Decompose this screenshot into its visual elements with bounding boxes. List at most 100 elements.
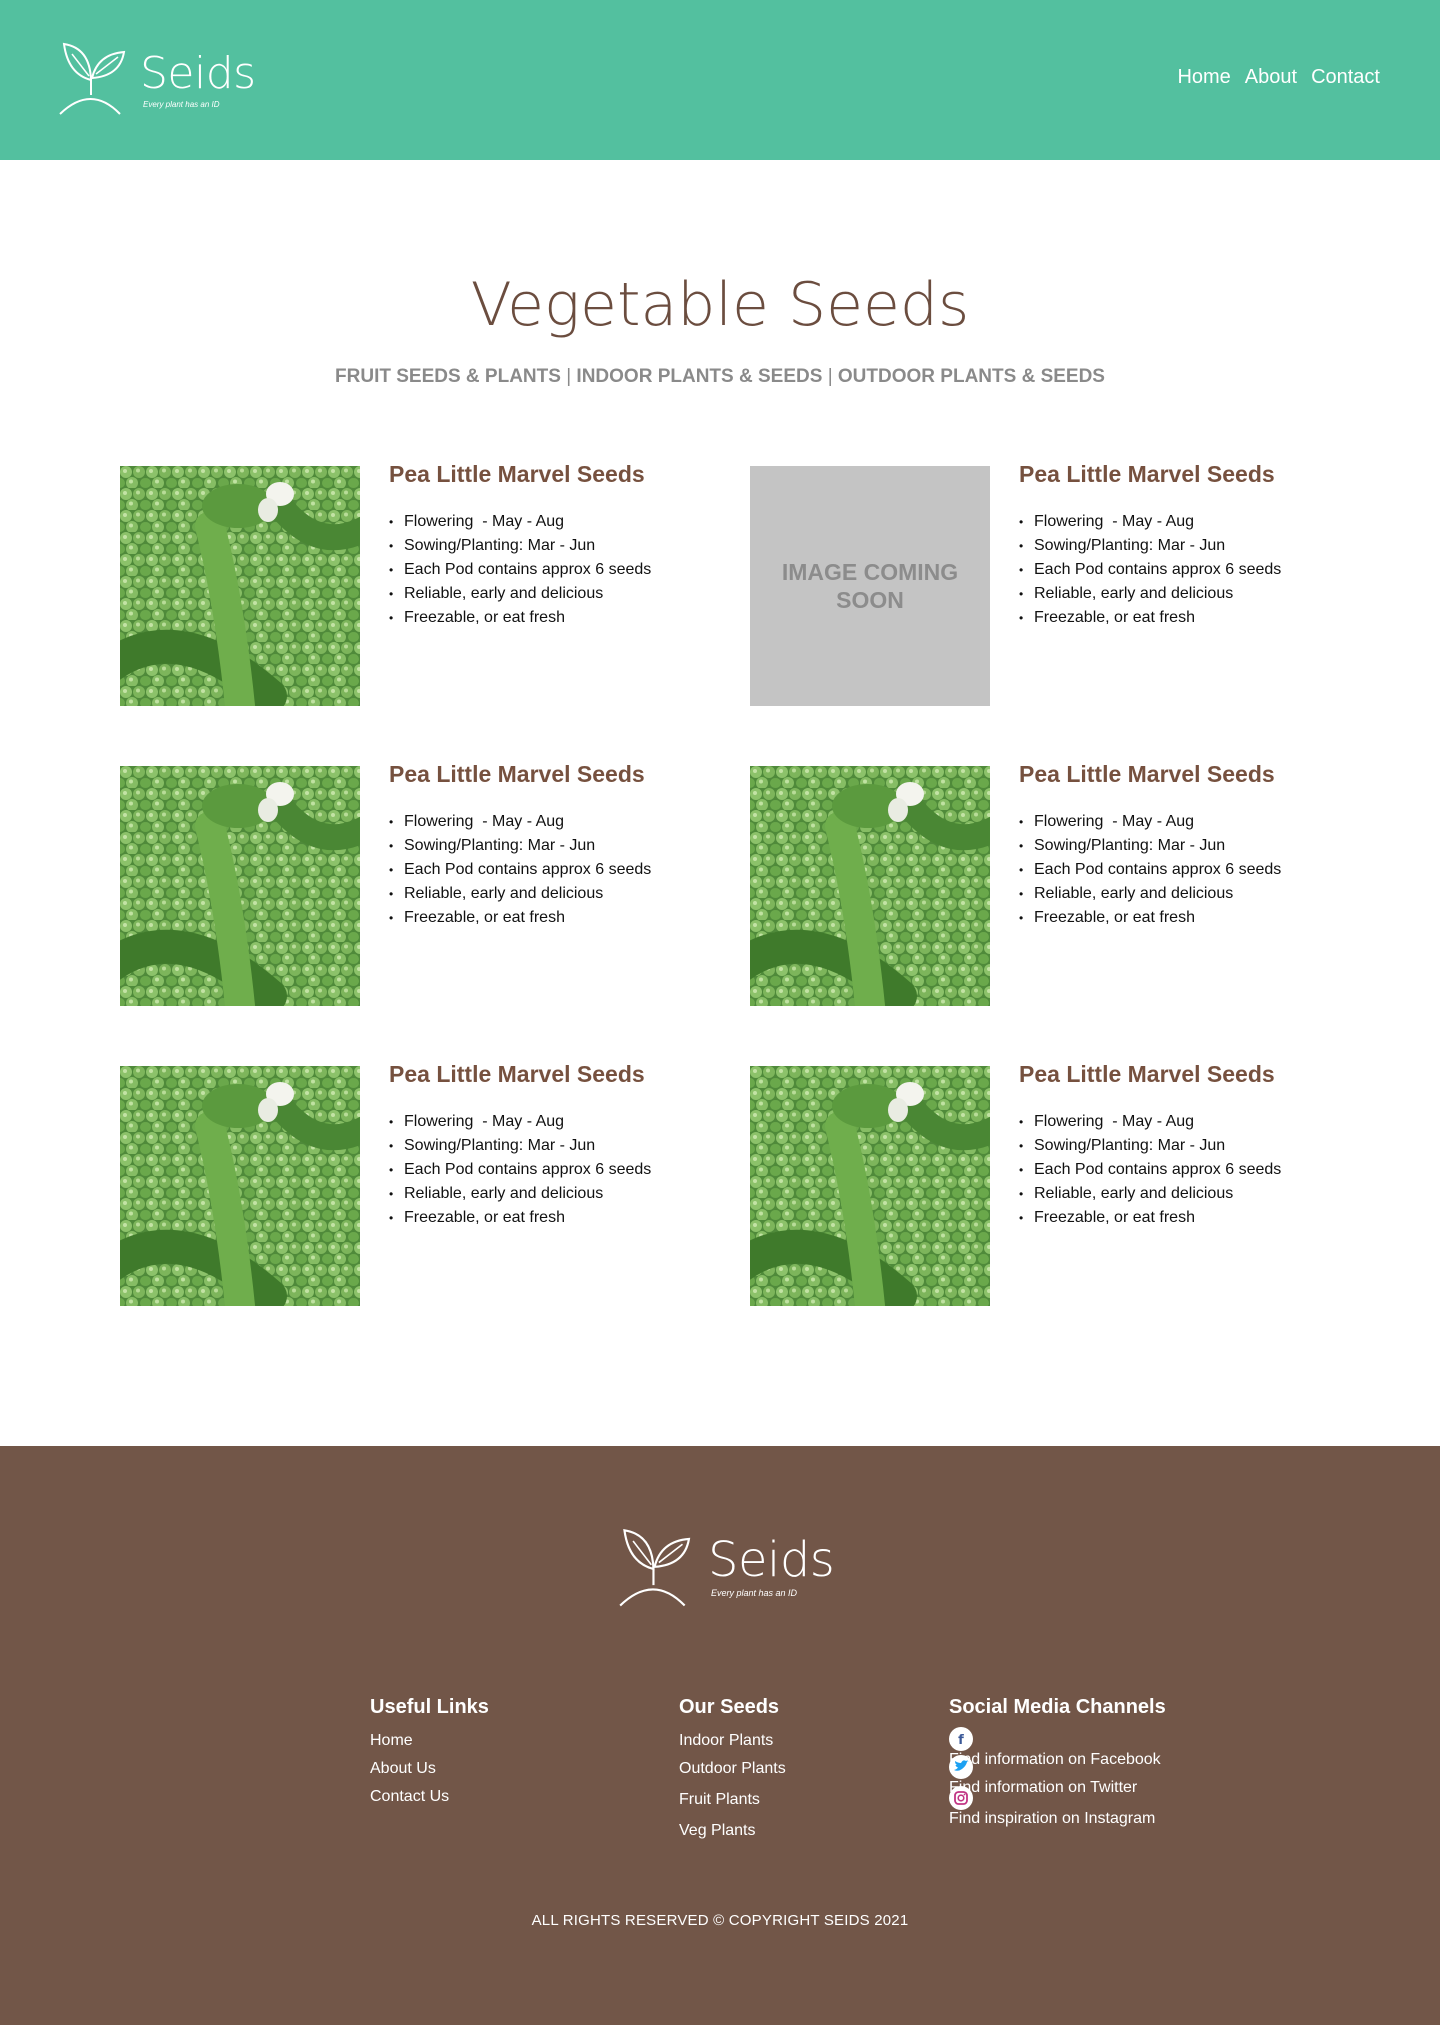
footer-link-veg[interactable]: Veg Plants (679, 1817, 786, 1845)
category-separator: | (827, 366, 833, 387)
our-seeds-column: Our Seeds Indoor Plants Outdoor Plants F… (679, 1696, 786, 1845)
nav-about-link[interactable]: About (1245, 66, 1297, 89)
feature-item: Freezable, or eat fresh (1019, 606, 1281, 630)
useful-links-heading: Useful Links (370, 1696, 489, 1718)
product-features: Flowering - May - Aug Sowing/Planting: M… (1019, 510, 1281, 630)
site-footer: Seids Every plant has an ID Useful Links… (0, 1446, 1440, 2025)
feature-item: Sowing/Planting: Mar - Jun (389, 534, 651, 558)
footer-link-contact[interactable]: Contact Us (370, 1783, 489, 1811)
feature-item: Reliable, early and delicious (389, 882, 651, 906)
footer-link-fruit[interactable]: Fruit Plants (679, 1786, 786, 1814)
feature-item: Each Pod contains approx 6 seeds (1019, 1158, 1281, 1182)
category-separator: | (566, 366, 572, 387)
pea-photo-icon (120, 766, 360, 1006)
product-title[interactable]: Pea Little Marvel Seeds (389, 1061, 645, 1088)
sprout-logo-icon (619, 1529, 691, 1607)
brand-tagline: Every plant has an ID (143, 100, 220, 109)
product-title[interactable]: Pea Little Marvel Seeds (389, 761, 645, 788)
feature-item: Flowering - May - Aug (389, 510, 651, 534)
product-card[interactable]: IMAGE COMING SOON Pea Little Marvel Seed… (750, 461, 1310, 706)
product-card[interactable]: Pea Little Marvel Seeds Flowering - May … (750, 761, 1310, 1006)
product-title[interactable]: Pea Little Marvel Seeds (1019, 461, 1275, 488)
product-image[interactable] (750, 1066, 990, 1306)
feature-item: Freezable, or eat fresh (1019, 1206, 1281, 1230)
feature-item: Sowing/Planting: Mar - Jun (1019, 1134, 1281, 1158)
copyright-text: ALL RIGHTS RESERVED © COPYRIGHT SEIDS 20… (531, 1912, 909, 1929)
site-header: Seids Every plant has an ID Home About C… (0, 0, 1440, 160)
social-twitter-label: Find information on Twitter (949, 1779, 1138, 1796)
product-features: Flowering - May - Aug Sowing/Planting: M… (1019, 1110, 1281, 1230)
category-outdoor-link[interactable]: OUTDOOR PLANTS & SEEDS (838, 366, 1105, 387)
social-facebook-link[interactable]: f Find information on Facebook (949, 1727, 1166, 1768)
feature-item: Each Pod contains approx 6 seeds (389, 558, 651, 582)
nav-home-link[interactable]: Home (1177, 66, 1230, 89)
feature-item: Flowering - May - Aug (1019, 510, 1281, 534)
feature-item: Freezable, or eat fresh (389, 606, 651, 630)
feature-item: Reliable, early and delicious (1019, 882, 1281, 906)
pea-photo-icon (120, 1066, 360, 1306)
pea-photo-icon (750, 1066, 990, 1306)
feature-item: Flowering - May - Aug (389, 810, 651, 834)
social-instagram-label: Find inspiration on Instagram (949, 1810, 1156, 1827)
footer-brand-tagline: Every plant has an ID (711, 1588, 798, 1598)
brand-logo[interactable]: Seids Every plant has an ID (58, 40, 256, 120)
feature-item: Sowing/Planting: Mar - Jun (389, 1134, 651, 1158)
product-features: Flowering - May - Aug Sowing/Planting: M… (389, 1110, 651, 1230)
product-card[interactable]: Pea Little Marvel Seeds Flowering - May … (120, 1061, 680, 1306)
sprout-logo-icon (59, 42, 126, 115)
feature-item: Freezable, or eat fresh (389, 906, 651, 930)
feature-item: Reliable, early and delicious (389, 582, 651, 606)
product-title[interactable]: Pea Little Marvel Seeds (389, 461, 645, 488)
feature-item: Each Pod contains approx 6 seeds (1019, 858, 1281, 882)
product-card[interactable]: Pea Little Marvel Seeds Flowering - May … (120, 761, 680, 1006)
feature-item: Reliable, early and delicious (1019, 1182, 1281, 1206)
product-image-placeholder[interactable]: IMAGE COMING SOON (750, 466, 990, 706)
feature-item: Each Pod contains approx 6 seeds (389, 1158, 651, 1182)
brand-name: Seids (140, 48, 256, 99)
feature-item: Each Pod contains approx 6 seeds (1019, 558, 1281, 582)
product-title[interactable]: Pea Little Marvel Seeds (1019, 1061, 1275, 1088)
product-card[interactable]: Pea Little Marvel Seeds Flowering - May … (750, 1061, 1310, 1306)
feature-item: Reliable, early and delicious (389, 1182, 651, 1206)
feature-item: Each Pod contains approx 6 seeds (389, 858, 651, 882)
footer-link-outdoor[interactable]: Outdoor Plants (679, 1755, 786, 1783)
product-image[interactable] (750, 766, 990, 1006)
feature-item: Flowering - May - Aug (1019, 810, 1281, 834)
footer-link-about[interactable]: About Us (370, 1755, 489, 1783)
product-title[interactable]: Pea Little Marvel Seeds (1019, 761, 1275, 788)
nav-contact-link[interactable]: Contact (1311, 66, 1380, 89)
footer-brand-name: Seids (708, 1532, 835, 1588)
feature-item: Flowering - May - Aug (389, 1110, 651, 1134)
product-features: Flowering - May - Aug Sowing/Planting: M… (1019, 810, 1281, 930)
product-features: Flowering - May - Aug Sowing/Planting: M… (389, 510, 651, 630)
social-column: Social Media Channels f Find information… (949, 1696, 1166, 1827)
page-title: Vegetable Seeds (470, 270, 970, 340)
category-links: FRUIT SEEDS & PLANTS | INDOOR PLANTS & S… (0, 366, 1440, 388)
product-card[interactable]: Pea Little Marvel Seeds Flowering - May … (120, 461, 680, 706)
facebook-icon: f (949, 1727, 973, 1751)
main-nav: Home About Contact (1177, 66, 1380, 89)
feature-item: Freezable, or eat fresh (1019, 906, 1281, 930)
our-seeds-heading: Our Seeds (679, 1696, 780, 1718)
pea-photo-icon (750, 766, 990, 1006)
feature-item: Flowering - May - Aug (1019, 1110, 1281, 1134)
social-heading: Social Media Channels (949, 1696, 1166, 1718)
footer-link-home[interactable]: Home (370, 1727, 489, 1755)
category-indoor-link[interactable]: INDOOR PLANTS & SEEDS (576, 366, 822, 387)
pea-photo-icon (120, 466, 360, 706)
useful-links-column: Useful Links Home About Us Contact Us (370, 1696, 489, 1811)
product-image[interactable] (120, 1066, 360, 1306)
social-facebook-label: Find information on Facebook (949, 1751, 1161, 1768)
instagram-icon (949, 1786, 973, 1810)
category-fruit-link[interactable]: FRUIT SEEDS & PLANTS (335, 366, 561, 387)
feature-item: Reliable, early and delicious (1019, 582, 1281, 606)
twitter-icon (949, 1755, 973, 1779)
image-coming-soon: IMAGE COMING SOON (750, 466, 990, 706)
product-image[interactable] (120, 766, 360, 1006)
feature-item: Freezable, or eat fresh (389, 1206, 651, 1230)
product-features: Flowering - May - Aug Sowing/Planting: M… (389, 810, 651, 930)
product-image[interactable] (120, 466, 360, 706)
svg-text:f: f (958, 1733, 964, 1748)
footer-link-indoor[interactable]: Indoor Plants (679, 1727, 786, 1755)
footer-brand-logo[interactable]: Seids Every plant has an ID (618, 1526, 835, 1612)
